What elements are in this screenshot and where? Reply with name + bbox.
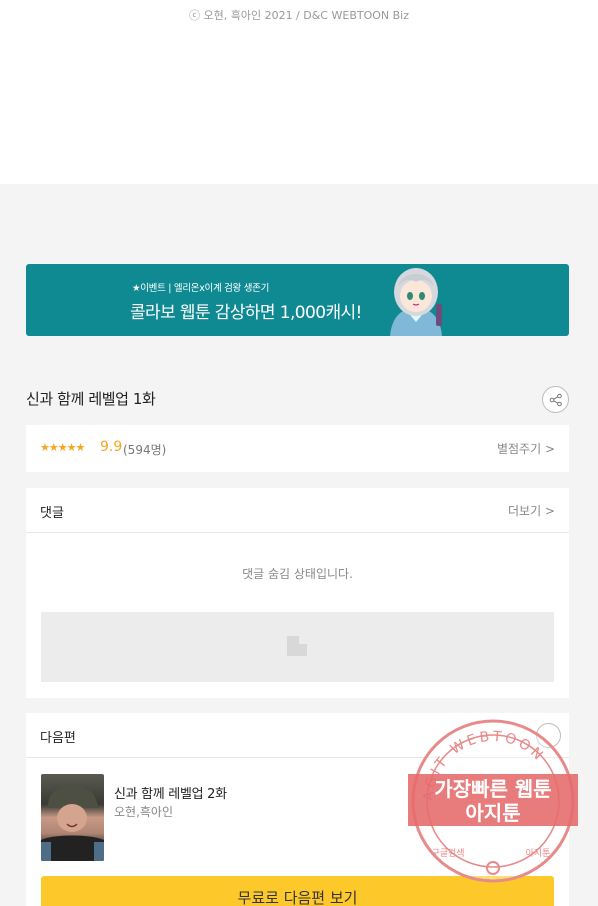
rating-bar: ★★★★★ 9.9 (594명) 별점주기 >	[26, 425, 569, 472]
copyright-text: ⓒ 오현, 흑아인 2021 / D&C WEBTOON Biz	[188, 9, 409, 22]
share-button[interactable]	[542, 386, 569, 413]
rating-stars: ★★★★★	[40, 441, 85, 454]
rating-count: (594명)	[123, 443, 167, 457]
comments-header: 댓글 더보기 >	[26, 488, 569, 533]
comments-more-link[interactable]: 더보기 >	[508, 502, 555, 519]
next-episode-name[interactable]: 신과 함께 레벨업 2화	[114, 783, 227, 802]
share-icon	[549, 393, 562, 406]
banner-character-illustration	[390, 268, 442, 336]
watermark-stamp: AGIT WEBTOON 가장빠른 웹툰 아지툰 구글검색 아지툰	[408, 719, 578, 883]
event-banner[interactable]: ★이벤트 | 엘리온x이계 검왕 생존기 콜라보 웹툰 감상하면 1,000캐시…	[26, 264, 569, 336]
comments-section: 댓글 더보기 > 댓글 숨김 상태입니다.	[26, 488, 569, 698]
banner-event-label: ★이벤트 | 엘리온x이계 검왕 생존기	[132, 283, 270, 294]
watermark-bottom-right: 아지툰	[526, 848, 551, 859]
rate-button[interactable]: 별점주기 >	[497, 440, 555, 457]
next-episode-thumbnail[interactable]	[41, 774, 104, 861]
viewer-end-area	[0, 0, 598, 184]
watermark-line1: 가장빠른 웹툰	[434, 777, 551, 801]
next-episode-author: 오현,흑아인	[114, 805, 174, 819]
watermark-line2: 아지툰	[465, 801, 520, 825]
episode-title: 신과 함께 레벨업 1화	[26, 390, 156, 408]
watermark-bottom-left: 구글검색	[431, 847, 464, 859]
ad-placeholder	[41, 612, 554, 682]
next-episode-title-label: 다음편	[40, 731, 76, 746]
comments-title: 댓글	[40, 506, 64, 521]
comments-hidden-message: 댓글 숨김 상태입니다.	[242, 567, 353, 581]
rating-score: 9.9	[100, 439, 123, 455]
banner-headline: 콜라보 웹툰 감상하면 1,000캐시!	[130, 303, 362, 323]
thumbnail-art	[41, 786, 104, 861]
placeholder-icon	[287, 636, 307, 656]
